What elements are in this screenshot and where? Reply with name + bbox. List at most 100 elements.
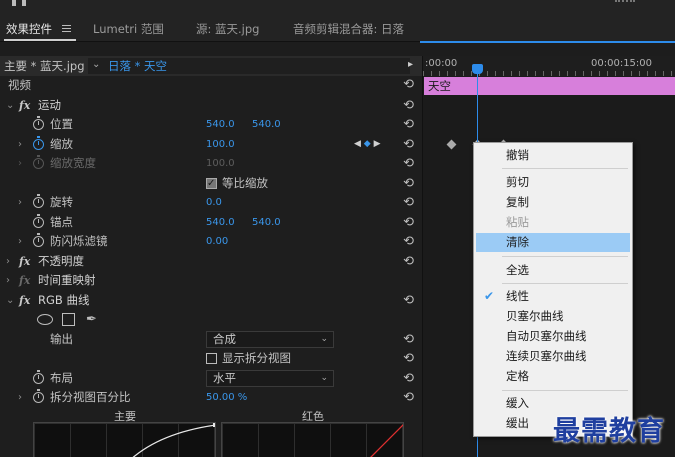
reset-icon[interactable]: ⟲ (403, 369, 414, 389)
sequence-clip-box[interactable]: ⌄ 日落 * 天空 (88, 58, 410, 74)
reset-icon[interactable]: ⟲ (403, 115, 414, 135)
reset-icon[interactable]: ⟲ (403, 193, 414, 213)
tab-effect-controls[interactable]: 效果控件 (6, 21, 52, 37)
stopwatch-icon[interactable] (33, 213, 44, 228)
reset-icon[interactable]: ⟲ (403, 330, 414, 350)
clip-bar[interactable]: 天空 (424, 77, 675, 95)
stopwatch-icon[interactable] (33, 369, 44, 384)
effect-row-rgb-curves[interactable]: ⌄ fx RGB 曲线 ⟲ (0, 291, 422, 311)
reset-icon[interactable]: ⟲ (403, 96, 414, 116)
rectangle-mask-icon[interactable] (62, 313, 75, 326)
panel-focus-line (420, 41, 675, 43)
reset-icon[interactable]: ⟲ (403, 154, 414, 174)
chevron-right-icon: › (18, 158, 22, 169)
time-ruler[interactable]: :00:00 00:00:15:00 (423, 56, 675, 76)
reset-icon[interactable]: ⟲ (403, 232, 414, 252)
stopwatch-icon[interactable] (33, 135, 44, 150)
menu-item-continuous-bezier[interactable]: 连续贝塞尔曲线 (476, 347, 630, 366)
chevron-down-icon[interactable]: ⌄ (6, 96, 14, 116)
scale-value[interactable]: 100.0 (206, 135, 235, 155)
anchor-y-value[interactable]: 540.0 (252, 213, 281, 233)
rotation-label: 旋转 (50, 195, 73, 209)
stopwatch-icon[interactable] (33, 389, 44, 403)
video-section-header: 视频 ⟲ (0, 76, 422, 96)
panel-menu-icon[interactable] (62, 25, 71, 32)
tab-lumetri-scopes[interactable]: Lumetri 范围 (93, 21, 164, 37)
rgb-curves-label: RGB 曲线 (38, 292, 90, 307)
play-arrow-icon[interactable]: ▸ (408, 59, 413, 70)
red-curve-line[interactable] (222, 423, 404, 457)
position-x-value[interactable]: 540.0 (206, 115, 235, 135)
layout-dropdown[interactable]: 水平 ⌄ (206, 369, 334, 387)
uniform-scale-label: 等比缩放 (222, 175, 268, 190)
menu-item-hold[interactable]: 定格 (476, 367, 630, 386)
chevron-down-icon[interactable]: ⌄ (6, 291, 14, 311)
chevron-down-icon[interactable]: ⌄ (92, 59, 100, 70)
tab-source[interactable]: 源: 蓝天.jpg (196, 21, 259, 37)
keyframe-navigator[interactable]: ◀ ◆ ▶ (354, 135, 381, 155)
fx-icon[interactable]: fx (19, 252, 30, 272)
anti-flicker-value[interactable]: 0.00 (206, 232, 228, 252)
chevron-right-icon[interactable]: › (18, 135, 22, 155)
anchor-x-value[interactable]: 540.0 (206, 213, 235, 233)
reset-icon[interactable]: ⟲ (403, 174, 414, 194)
chevron-right-icon[interactable]: › (18, 388, 22, 408)
menu-item-undo[interactable]: 撤销 (476, 146, 630, 165)
fx-icon[interactable]: fx (19, 291, 30, 311)
chevron-right-icon[interactable]: › (18, 232, 22, 252)
ellipse-mask-icon[interactable] (37, 314, 53, 325)
output-dropdown[interactable]: 合成 ⌄ (206, 330, 334, 348)
reset-icon[interactable]: ⟲ (403, 75, 414, 95)
effect-controls-panel: 主要 * 蓝天.jpg ⌄ 日落 * 天空 ▸ 视频 ⟲ ⌄ fx 运动 ⟲ 位… (0, 56, 422, 457)
keyframe-icon[interactable] (446, 139, 457, 150)
stopwatch-icon[interactable] (33, 194, 44, 208)
reset-icon[interactable]: ⟲ (403, 291, 414, 311)
stopwatch-icon[interactable] (33, 116, 44, 130)
reset-icon[interactable]: ⟲ (403, 252, 414, 272)
split-view-checkbox[interactable] (206, 353, 217, 364)
menu-item-clear[interactable]: 清除 (476, 233, 630, 252)
master-clip-label[interactable]: 主要 * 蓝天.jpg (4, 58, 85, 74)
master-curve-graph[interactable] (33, 422, 216, 457)
reset-icon[interactable]: ⟲ (403, 213, 414, 233)
position-y-value[interactable]: 540.0 (252, 115, 281, 135)
timecode-start: :00:00 (425, 58, 458, 69)
chevron-right-icon[interactable]: › (6, 271, 10, 291)
playhead-handle[interactable] (472, 64, 483, 74)
property-row-scale: › 缩放 100.0 ◀ ◆ ▶ ⟲ (0, 135, 422, 155)
stopwatch-icon[interactable] (33, 233, 44, 247)
checkmark-icon: ✔ (484, 289, 495, 303)
red-curve-graph[interactable] (221, 422, 404, 457)
split-percent-value[interactable]: 50.00 % (206, 388, 247, 408)
master-curve-line[interactable] (34, 423, 216, 457)
watermark: 最需教育 (553, 416, 665, 447)
menu-item-cut[interactable]: 剪切 (476, 173, 630, 192)
effect-row-opacity[interactable]: › fx 不透明度 ⟲ (0, 252, 422, 272)
menu-item-select-all[interactable]: 全选 (476, 261, 630, 280)
reset-icon[interactable]: ⟲ (403, 135, 414, 155)
reset-icon[interactable]: ⟲ (403, 349, 414, 369)
reset-icon[interactable]: ⟲ (403, 388, 414, 408)
menu-item-bezier[interactable]: 贝塞尔曲线 (476, 307, 630, 326)
panel-grip-icon[interactable] (12, 0, 26, 6)
fx-icon[interactable]: fx (19, 96, 30, 116)
tab-audio-clip-mixer[interactable]: 音频剪辑混合器: 日落 (293, 21, 404, 37)
property-row-uniform-scale: 等比缩放 ⟲ (0, 174, 422, 194)
menu-item-copy[interactable]: 复制 (476, 193, 630, 212)
chevron-right-icon[interactable]: › (6, 252, 10, 272)
video-section-label: 视频 (8, 78, 31, 92)
scale-width-label: 缩放宽度 (50, 156, 96, 170)
window-top-strip (0, 0, 675, 12)
drag-dots-icon (615, 0, 635, 4)
menu-item-linear[interactable]: ✔ 线性 (476, 287, 630, 306)
effect-row-motion[interactable]: ⌄ fx 运动 ⟲ (0, 96, 422, 116)
effect-row-time-remap[interactable]: › fx 时间重映射 (0, 271, 422, 291)
pen-mask-icon[interactable]: ✒ (86, 310, 97, 330)
uniform-scale-checkbox[interactable] (206, 174, 217, 193)
chevron-right-icon[interactable]: › (18, 193, 22, 213)
output-label: 输出 (50, 331, 73, 346)
menu-item-auto-bezier[interactable]: 自动贝塞尔曲线 (476, 327, 630, 346)
rotation-value[interactable]: 0.0 (206, 193, 222, 213)
menu-separator (502, 168, 628, 169)
sequence-clip-label[interactable]: 日落 * 天空 (108, 58, 167, 74)
